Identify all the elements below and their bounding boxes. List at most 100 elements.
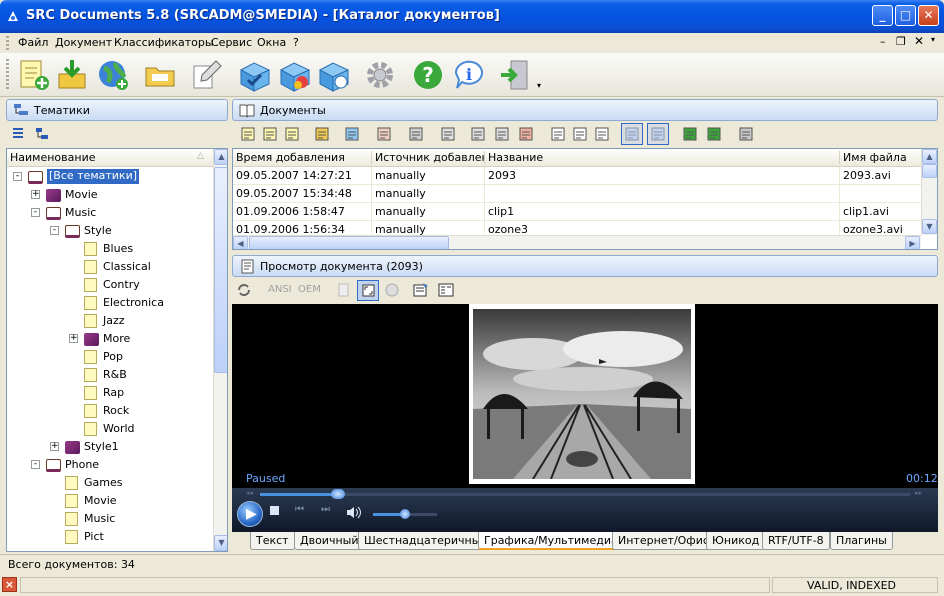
detach-icon[interactable]: [572, 126, 588, 142]
tree-node[interactable]: Pict: [7, 528, 213, 546]
tab-7[interactable]: Плагины: [830, 532, 893, 550]
grid-scroll-down-button[interactable]: ▼: [922, 219, 937, 234]
filter-icon[interactable]: [440, 126, 456, 142]
scroll-up-button[interactable]: ▲: [214, 149, 227, 165]
tree-node[interactable]: World: [7, 420, 213, 438]
help-icon[interactable]: ?: [411, 58, 445, 92]
table-row[interactable]: 09.05.2007 14:27:21 manually 2093 2093.avi: [233, 167, 921, 185]
grid-scroll-thumb[interactable]: [922, 164, 937, 178]
package-globe-icon[interactable]: [317, 58, 351, 92]
tree-node[interactable]: + More: [7, 330, 213, 348]
tree-node[interactable]: Contry: [7, 276, 213, 294]
toolbar-more-icon[interactable]: ▾: [537, 81, 541, 90]
properties-icon[interactable]: [413, 282, 429, 298]
expand-toggle[interactable]: +: [69, 334, 78, 343]
tree-node[interactable]: - Music: [7, 204, 213, 222]
edit-document-icon[interactable]: [262, 126, 278, 142]
list-view-icon[interactable]: [10, 126, 26, 142]
toggle-highlight[interactable]: [621, 123, 643, 145]
open-folder-icon[interactable]: [314, 126, 330, 142]
menu-classifiers[interactable]: Классификаторы: [114, 36, 214, 49]
table-row[interactable]: 01.09.2006 1:56:34 manually ozone3 ozone3.a…: [233, 221, 921, 235]
copy-icon[interactable]: [336, 282, 352, 298]
documents-table[interactable]: Время добавления Источник добавления Наз…: [232, 148, 938, 250]
tree-node[interactable]: + Movie: [7, 186, 213, 204]
col-source[interactable]: Источник добавления: [371, 151, 485, 164]
fast-forward-icon[interactable]: ▸▸: [915, 489, 922, 497]
ansi-button[interactable]: ANSI: [268, 284, 292, 295]
oem-button[interactable]: OEM: [298, 284, 321, 295]
volume-icon[interactable]: [346, 506, 362, 519]
seek-bar[interactable]: [260, 489, 910, 499]
grid-scroll-right-button[interactable]: ▶: [905, 236, 920, 249]
menu-file[interactable]: Файл: [18, 36, 48, 49]
tree-node[interactable]: - Style: [7, 222, 213, 240]
new-document-icon[interactable]: [240, 126, 256, 142]
fit-toggle[interactable]: [357, 280, 379, 301]
previous-icon[interactable]: ⏮: [295, 504, 304, 515]
package-check-icon[interactable]: [238, 58, 272, 92]
exit-icon[interactable]: [499, 58, 533, 92]
tab-5[interactable]: Юникод: [706, 532, 766, 550]
collapse-toggle[interactable]: -: [13, 172, 22, 181]
sync-icon[interactable]: [408, 126, 424, 142]
import-icon[interactable]: [56, 58, 90, 92]
tree-node[interactable]: Pop: [7, 348, 213, 366]
tree-node[interactable]: + Style1: [7, 438, 213, 456]
tab-1[interactable]: Двоичный: [294, 532, 365, 550]
tree-view-icon[interactable]: [34, 126, 50, 142]
tree-node[interactable]: Classical: [7, 258, 213, 276]
table-row[interactable]: 01.09.2006 1:58:47 manually clip1 clip1.avi: [233, 203, 921, 221]
mdi-close-button[interactable]: ✕: [914, 34, 924, 48]
menu-windows[interactable]: Окна: [257, 36, 286, 49]
delete-image-icon[interactable]: [518, 126, 534, 142]
rewind-icon[interactable]: ◂◂: [246, 489, 253, 497]
menu-help[interactable]: ?: [293, 36, 299, 49]
col-filename[interactable]: Имя файла: [839, 151, 921, 164]
new-doc-icon[interactable]: [16, 58, 50, 92]
image-icon[interactable]: [494, 126, 510, 142]
menu-service[interactable]: Сервис: [211, 36, 252, 49]
tree-node[interactable]: R&B: [7, 366, 213, 384]
collapse-toggle[interactable]: -: [31, 460, 40, 469]
print-icon[interactable]: [738, 126, 754, 142]
expand-toggle[interactable]: +: [31, 190, 40, 199]
next-icon[interactable]: ⏭: [321, 504, 330, 515]
scroll-down-button[interactable]: ▼: [214, 535, 227, 551]
mdi-restore-button[interactable]: ❐: [896, 35, 906, 48]
panel-layout-icon[interactable]: [550, 126, 566, 142]
gear-icon[interactable]: [363, 58, 397, 92]
chevron-down-icon[interactable]: ▾: [931, 35, 935, 44]
tree-node[interactable]: Electronica: [7, 294, 213, 312]
tab-2[interactable]: Шестнадцатеричный: [358, 532, 494, 550]
tree-node[interactable]: Games: [7, 474, 213, 492]
tree-node[interactable]: Music: [7, 510, 213, 528]
tab-6[interactable]: RTF/UTF-8: [762, 532, 830, 550]
grid-scroll-up-button[interactable]: ▲: [922, 149, 937, 164]
web-globe-icon[interactable]: [96, 58, 130, 92]
scroll-thumb[interactable]: [214, 167, 227, 373]
tree-scrollbar[interactable]: ▲ ▼: [213, 149, 227, 551]
topics-tree[interactable]: Наименование △ - [Все тематики] + Movie - Mus…: [6, 148, 228, 552]
export-icon[interactable]: [344, 126, 360, 142]
tab-4[interactable]: Интернет/Офис: [612, 532, 715, 550]
menu-document[interactable]: Документ: [55, 36, 112, 49]
history-icon[interactable]: [376, 126, 392, 142]
edit-icon[interactable]: [190, 58, 224, 92]
toggle-highlight[interactable]: [647, 123, 669, 145]
close-button[interactable]: ✕: [918, 5, 939, 26]
tree-node[interactable]: Rock: [7, 402, 213, 420]
details-icon[interactable]: [438, 282, 454, 298]
grid-hscroll-thumb[interactable]: [249, 236, 449, 249]
open-folder-icon[interactable]: [143, 58, 177, 92]
excel-export-icon[interactable]: [706, 126, 722, 142]
collapse-toggle[interactable]: -: [31, 208, 40, 217]
title-bar[interactable]: SRC Documents 5.8 (SRCADM@SMEDIA) - [Кат…: [0, 0, 944, 33]
grid-vscrollbar[interactable]: ▲ ▼: [921, 149, 937, 235]
tree-node[interactable]: - [Все тематики]: [7, 168, 213, 186]
mdi-minimize-button[interactable]: –: [880, 35, 886, 48]
zoom-icon[interactable]: [384, 282, 400, 298]
tree-node[interactable]: - Phone: [7, 456, 213, 474]
tree-node[interactable]: Blues: [7, 240, 213, 258]
tree-node[interactable]: Jazz: [7, 312, 213, 330]
